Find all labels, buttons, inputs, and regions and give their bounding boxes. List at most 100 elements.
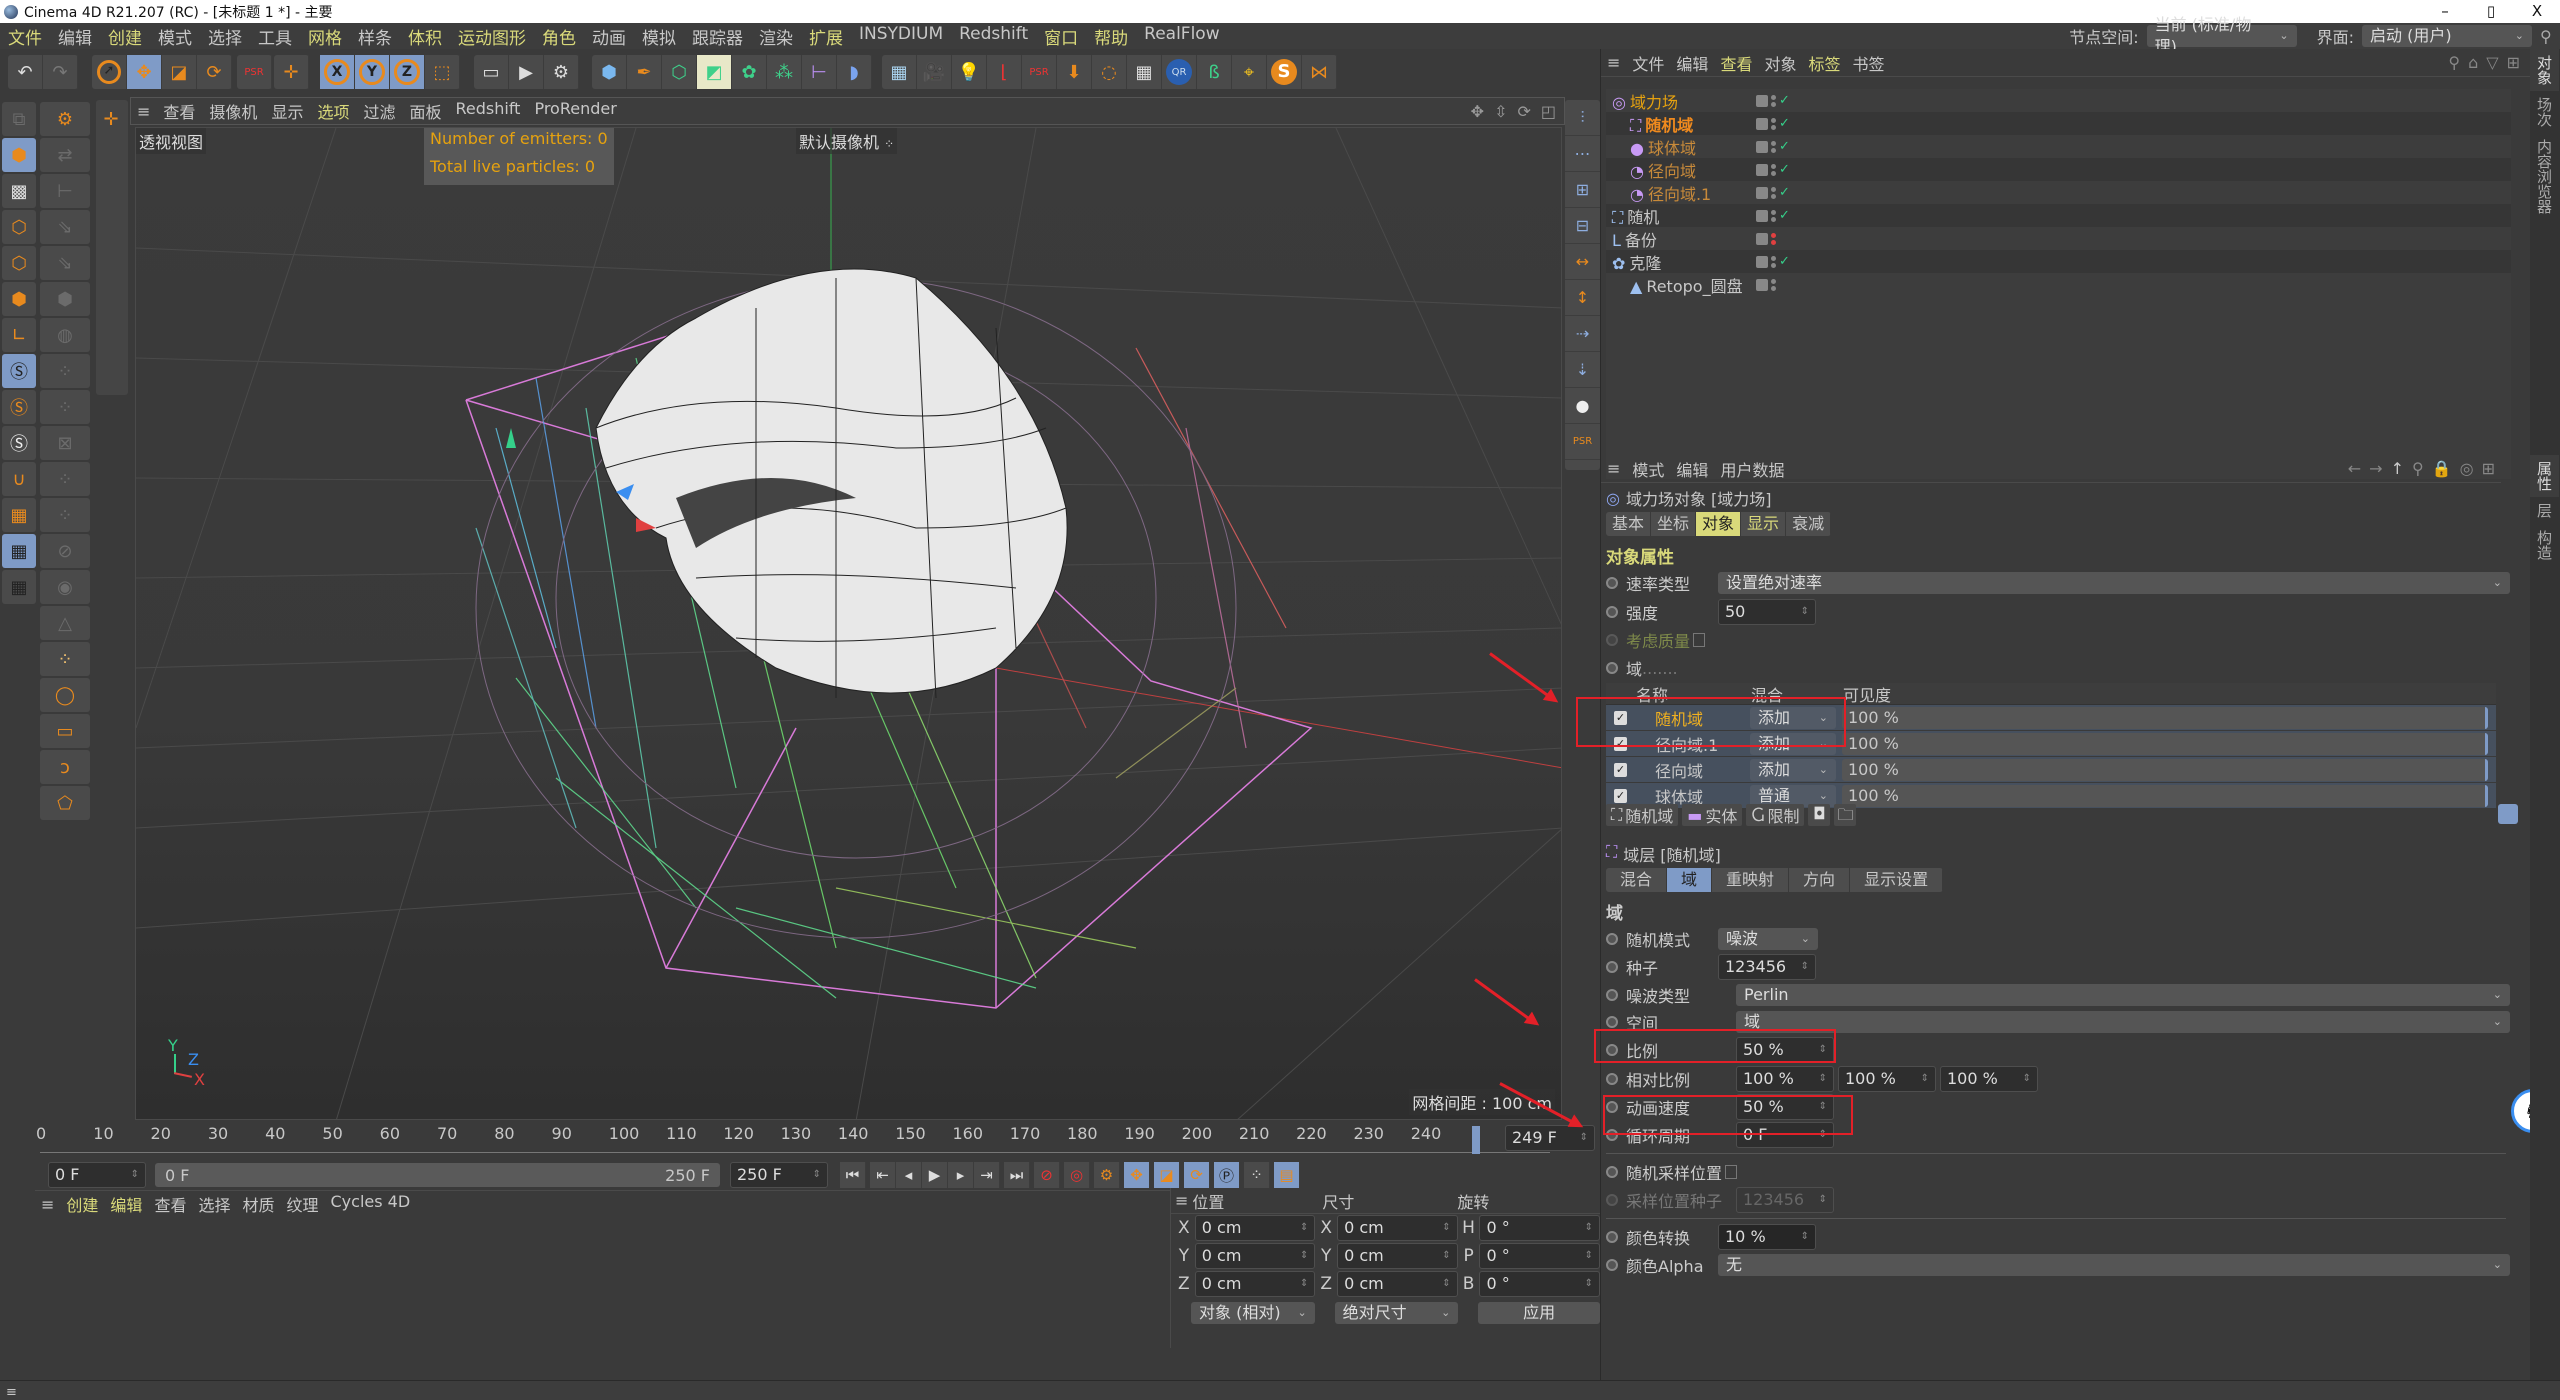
edge-mode-icon[interactable]: ⬡ [2,246,36,280]
material-menu-item-1[interactable]: 编辑 [104,1192,148,1216]
snap-magnet-icon[interactable]: ∪ [2,462,36,496]
knife-icon[interactable]: ◍ [40,318,90,352]
grid-icon[interactable]: ▦ [1127,55,1162,89]
relative-scale-z-field[interactable]: 100 % ⇕ [1940,1066,2038,1092]
side-tab-1[interactable]: 场次 [2530,91,2559,133]
convert-selection-icon[interactable]: ⇘ [40,210,90,244]
deformer-icon[interactable]: ◩ [697,55,732,89]
enabled-check-icon[interactable]: ✓ [1779,185,1790,200]
workplane-rotate-icon[interactable]: ▦ [2,570,36,604]
enabled-check-icon[interactable]: ✓ [1779,208,1790,223]
triangulate-icon[interactable]: △ [40,606,90,640]
cloner-icon[interactable]: ✿ [732,55,767,89]
qr-plugin-icon[interactable]: QR [1162,55,1197,89]
object-row[interactable]: ⛶ 随机 ✓ [1606,204,2511,227]
visibility-dots-icon[interactable] [1771,94,1776,107]
undo-icon[interactable]: ↶ [8,55,43,89]
cube-object-icon[interactable]: ⬢ [592,55,627,89]
menu-item-15[interactable]: 扩展 [801,24,851,49]
enabled-check-icon[interactable]: ✓ [1779,139,1790,154]
go-to-end-icon[interactable]: ⏭ [1004,1162,1030,1188]
visibility-dots-icon[interactable] [1771,163,1776,176]
visibility-dots-icon[interactable] [1771,140,1776,153]
enabled-check-icon[interactable]: ✓ [1779,162,1790,177]
size-mode-select[interactable]: 绝对尺寸 ⌄ [1334,1302,1459,1324]
seed-field[interactable]: 123456 ⇕ [1718,954,1816,980]
preview-range-slider[interactable]: 0 F 250 F [155,1163,720,1187]
filter-icon[interactable]: ▽ [2486,53,2498,72]
layer-toggle-icon[interactable] [1756,163,1768,176]
material-menu-item-2[interactable]: 查看 [148,1192,192,1216]
viewport-menu-item-7[interactable]: ProRender [527,99,623,123]
animate-radio[interactable] [1606,577,1618,589]
layer-tab-0[interactable]: 混合 [1606,868,1668,892]
menu-item-3[interactable]: 模式 [150,24,200,49]
layer-visibility-slider[interactable]: 100 % [1842,784,2488,807]
psr-link-icon[interactable]: PSR [1565,424,1600,460]
arrange-row-icon[interactable]: ⇢ [1565,316,1600,352]
solo-single-icon[interactable]: Ⓢ [2,390,36,424]
layer-toggle-icon[interactable] [1756,94,1768,107]
menu-item-19[interactable]: 帮助 [1086,24,1136,49]
object-row[interactable]: ◔ 径向域.1 ✓ [1606,181,2511,204]
layer-enable-checkbox[interactable]: ✓ [1614,788,1627,803]
search-icon[interactable]: ⚲ [2448,53,2460,72]
model-mode-icon[interactable]: ⬢ [2,138,36,172]
enabled-check-icon[interactable]: ✓ [1779,254,1790,269]
layer-toggle-icon[interactable] [1756,140,1768,153]
forward-arrow-icon[interactable]: → [2369,459,2382,478]
object-row[interactable]: ⛶ 随机域 ✓ [1606,112,2511,135]
object-menu-item-4[interactable]: 标签 [1802,51,1846,75]
random-mode-select[interactable]: 噪波 ⌄ [1718,928,1818,950]
workplane-icon[interactable]: ▦ [2,498,36,532]
visibility-dots-icon[interactable] [1771,232,1776,245]
add-keyframe-icon[interactable]: ● [1565,388,1600,424]
solo-hierarchy-icon[interactable]: Ⓢ [2,426,36,460]
consider-mass-checkbox[interactable] [1693,633,1706,647]
array-icon[interactable]: ⁘ [40,642,90,676]
autokey-icon[interactable]: ◎ [1064,1162,1090,1188]
space-select[interactable]: 域 ⌄ [1736,1011,2510,1033]
object-row[interactable]: ● 球体域 ✓ [1606,135,2511,158]
object-menu-item-5[interactable]: 书签 [1846,51,1890,75]
visibility-dots-icon[interactable] [1771,278,1776,291]
back-arrow-icon[interactable]: ← [2348,459,2361,478]
layer-visibility-slider[interactable]: 100 % [1842,706,2488,729]
attribute-tab-3[interactable]: 显示 [1741,512,1787,536]
add-layer-button-2[interactable]: Ⴚ 限制 [1746,804,1805,826]
lock-icon[interactable]: 🔒 [2432,459,2452,478]
viewport-menu-item-2[interactable]: 显示 [264,99,310,123]
viewport-menu-item-5[interactable]: 面板 [402,99,448,123]
polygon-selection-icon[interactable]: ⬠ [40,786,90,820]
side-tab-0[interactable]: 对象 [2530,49,2559,91]
layer-blend-select[interactable]: 添加 ⌄ [1750,758,1836,781]
animate-radio[interactable] [1606,1166,1618,1178]
align-icon[interactable]: ⊢ [40,174,90,208]
live-selection-tool-icon[interactable]: ◯ [40,678,90,712]
rotation-field[interactable]: 0 ° ⇕ [1479,1271,1601,1297]
rotate-view-icon[interactable]: ⟳ [1517,102,1530,121]
animate-radio[interactable] [1606,1016,1618,1028]
material-menu-item-6[interactable]: Cycles 4D [325,1192,417,1216]
add-layer-button-1[interactable]: ▬ 实体 [1682,804,1743,826]
z-axis-lock-icon[interactable]: Z [390,55,425,89]
previous-key-icon[interactable]: ⇤ [870,1162,896,1188]
render-view-icon[interactable]: ▭ [474,55,509,89]
layer-toggle-icon[interactable] [1756,255,1768,268]
relative-scale-x-field[interactable]: 100 % ⇕ [1736,1066,1834,1092]
b-plugin-icon[interactable]: ß [1197,55,1232,89]
hamburger-icon[interactable]: ≡ [1171,1191,1192,1210]
target-icon[interactable]: ⌖ [1232,55,1267,89]
collapse-icon[interactable]: ⋈ [1302,55,1337,89]
key-parameter-icon[interactable]: Ⓟ [1214,1162,1240,1188]
velocity-type-select[interactable]: 设置绝对速率 ⌄ [1718,572,2510,594]
rectangle-selection-icon[interactable]: ▭ [40,714,90,748]
size-field[interactable]: 0 cm ⇕ [1337,1271,1458,1297]
coordinate-system-icon[interactable]: ⬚ [425,55,460,89]
search-icon[interactable]: ⚲ [2412,459,2424,478]
attribute-side-tab-2[interactable]: 构造 [2530,524,2559,566]
perspective-viewport[interactable]: 透视视图 Number of emitters: 0 Total live pa… [135,127,1562,1120]
layer-visibility-slider[interactable]: 100 % [1842,732,2488,755]
layer-toggle-icon[interactable] [1756,209,1768,222]
color-alpha-select[interactable]: 无 ⌄ [1718,1254,2510,1276]
